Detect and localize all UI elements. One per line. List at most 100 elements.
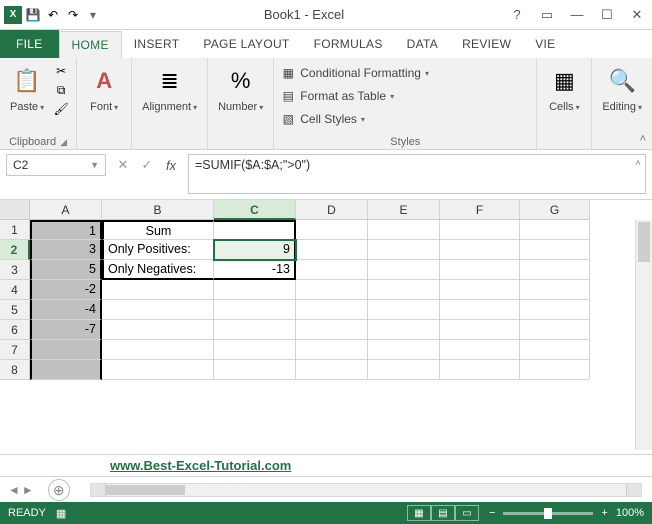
- cell[interactable]: [214, 220, 296, 240]
- nav-prev-icon[interactable]: ◄: [8, 483, 20, 497]
- ribbon-options-icon[interactable]: ▭: [532, 3, 562, 27]
- cell[interactable]: [520, 300, 590, 320]
- cell[interactable]: Only Positives:: [102, 240, 214, 260]
- zoom-out-icon[interactable]: −: [489, 507, 495, 519]
- scrollbar-thumb[interactable]: [638, 222, 650, 262]
- cell[interactable]: [368, 300, 440, 320]
- macro-record-icon[interactable]: ▦: [56, 507, 66, 520]
- horizontal-scrollbar[interactable]: [90, 483, 642, 497]
- col-header-g[interactable]: G: [520, 200, 590, 220]
- col-header-e[interactable]: E: [368, 200, 440, 220]
- tab-insert[interactable]: INSERT: [122, 30, 192, 58]
- name-box[interactable]: C2 ▼: [6, 154, 106, 176]
- formula-input[interactable]: =SUMIF($A:$A;">0") ˄: [188, 154, 646, 194]
- cell[interactable]: [440, 360, 520, 380]
- cell[interactable]: [520, 360, 590, 380]
- tab-home[interactable]: HOME: [59, 31, 122, 59]
- cell[interactable]: 3: [30, 240, 102, 260]
- cell[interactable]: [520, 320, 590, 340]
- row-header[interactable]: 6: [0, 320, 30, 340]
- tab-file[interactable]: FILE: [0, 30, 59, 58]
- sheet-nav[interactable]: ◄►: [0, 483, 42, 497]
- cell[interactable]: Sum: [102, 220, 214, 240]
- paste-button[interactable]: 📋 Paste▾: [6, 61, 48, 115]
- cut-icon[interactable]: ✂: [52, 63, 70, 79]
- cell[interactable]: -2: [30, 280, 102, 300]
- tab-page-layout[interactable]: PAGE LAYOUT: [191, 30, 301, 58]
- enter-formula-icon[interactable]: ✓: [138, 157, 156, 173]
- col-header-d[interactable]: D: [296, 200, 368, 220]
- cell[interactable]: [296, 280, 368, 300]
- zoom-in-icon[interactable]: +: [601, 507, 607, 519]
- tab-data[interactable]: DATA: [395, 30, 450, 58]
- view-normal-icon[interactable]: ▦: [407, 505, 431, 521]
- alignment-button[interactable]: ≣ Alignment▾: [138, 61, 201, 115]
- new-sheet-button[interactable]: ⊕: [48, 479, 70, 501]
- cell[interactable]: -4: [30, 300, 102, 320]
- chevron-down-icon[interactable]: ▼: [90, 160, 99, 170]
- col-header-c[interactable]: C: [214, 200, 296, 220]
- cell[interactable]: -13: [214, 260, 296, 280]
- cell[interactable]: [102, 340, 214, 360]
- launcher-icon[interactable]: ◢: [60, 137, 67, 148]
- zoom-knob[interactable]: [544, 508, 552, 519]
- cancel-formula-icon[interactable]: ✕: [114, 157, 132, 173]
- cell[interactable]: [520, 280, 590, 300]
- view-page-break-icon[interactable]: ▭: [455, 505, 479, 521]
- cell[interactable]: [296, 320, 368, 340]
- zoom-level[interactable]: 100%: [616, 507, 644, 519]
- minimize-icon[interactable]: —: [562, 3, 592, 27]
- tab-formulas[interactable]: FORMULAS: [302, 30, 395, 58]
- cell[interactable]: [214, 360, 296, 380]
- cell[interactable]: [214, 280, 296, 300]
- cell[interactable]: [440, 260, 520, 280]
- cell[interactable]: [520, 340, 590, 360]
- cell[interactable]: 5: [30, 260, 102, 280]
- row-header[interactable]: 3: [0, 260, 30, 280]
- cell[interactable]: [440, 240, 520, 260]
- cells-button[interactable]: ▦ Cells▾: [543, 61, 585, 115]
- cell-active[interactable]: 9: [214, 240, 296, 260]
- cell[interactable]: [214, 300, 296, 320]
- ribbon-collapse-icon[interactable]: ˄: [640, 133, 646, 145]
- undo-icon[interactable]: ↶: [44, 6, 62, 24]
- cell[interactable]: [368, 260, 440, 280]
- cell[interactable]: [368, 240, 440, 260]
- close-icon[interactable]: ✕: [622, 3, 652, 27]
- save-icon[interactable]: 💾: [24, 6, 42, 24]
- scrollbar-thumb[interactable]: [105, 485, 185, 495]
- cell[interactable]: [102, 320, 214, 340]
- cell[interactable]: [440, 300, 520, 320]
- conditional-formatting-button[interactable]: ▦Conditional Formatting ▾: [280, 63, 429, 83]
- cell[interactable]: Only Negatives:: [102, 260, 214, 280]
- cell[interactable]: -7: [30, 320, 102, 340]
- copy-icon[interactable]: ⧉: [52, 82, 70, 98]
- redo-icon[interactable]: ↷: [64, 6, 82, 24]
- cell[interactable]: [30, 360, 102, 380]
- editing-button[interactable]: 🔍 Editing▾: [598, 61, 646, 115]
- nav-next-icon[interactable]: ►: [22, 483, 34, 497]
- cell[interactable]: [520, 260, 590, 280]
- row-header[interactable]: 2: [0, 240, 30, 260]
- cell[interactable]: [30, 340, 102, 360]
- cell[interactable]: [296, 360, 368, 380]
- cell[interactable]: [296, 340, 368, 360]
- col-header-f[interactable]: F: [440, 200, 520, 220]
- vertical-scrollbar[interactable]: [635, 220, 652, 450]
- cell[interactable]: [440, 340, 520, 360]
- cell[interactable]: [102, 360, 214, 380]
- col-header-b[interactable]: B: [102, 200, 214, 220]
- cell[interactable]: [214, 340, 296, 360]
- cell[interactable]: [520, 220, 590, 240]
- cell[interactable]: [102, 280, 214, 300]
- spreadsheet-grid[interactable]: A B C D E F G 1 1 Sum 2 3 Only Positives…: [0, 200, 652, 450]
- row-header[interactable]: 4: [0, 280, 30, 300]
- cell[interactable]: [368, 220, 440, 240]
- cell[interactable]: [520, 240, 590, 260]
- select-all-corner[interactable]: [0, 200, 30, 220]
- cell[interactable]: [296, 220, 368, 240]
- help-icon[interactable]: ?: [502, 3, 532, 27]
- number-button[interactable]: % Number▾: [214, 61, 267, 115]
- cell[interactable]: [296, 240, 368, 260]
- cell[interactable]: [440, 320, 520, 340]
